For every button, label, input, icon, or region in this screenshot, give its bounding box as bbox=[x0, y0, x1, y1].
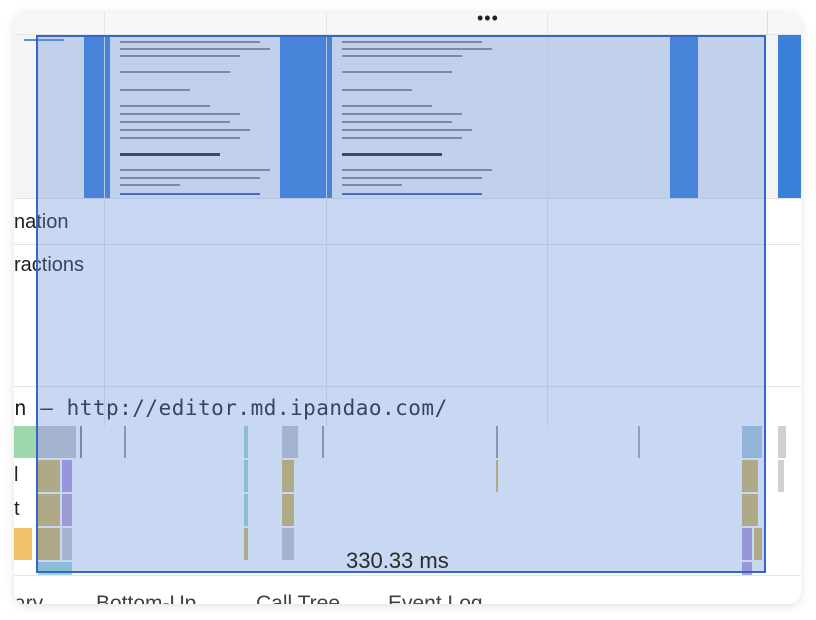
ruler-tick bbox=[767, 12, 768, 34]
selection-duration: 330.33 ms bbox=[346, 548, 449, 573]
tab-summary[interactable]: ary bbox=[14, 592, 43, 604]
timeline-ruler[interactable]: ••• bbox=[14, 12, 801, 35]
tab-event-log[interactable]: Event Log bbox=[388, 592, 483, 604]
flame-label: l bbox=[14, 464, 19, 486]
performance-panel: ••• nation ractions n — http://editor.md… bbox=[14, 12, 801, 604]
screenshot-frame bbox=[778, 35, 801, 198]
tab-call-tree[interactable]: Call Tree bbox=[256, 592, 340, 604]
selection-range[interactable] bbox=[36, 35, 766, 573]
flame-label: t bbox=[14, 498, 20, 520]
flame-block[interactable] bbox=[778, 426, 786, 458]
bottom-tabbar: ary Bottom-Up Call Tree Event Log bbox=[14, 575, 801, 604]
flame-block[interactable] bbox=[14, 426, 36, 458]
more-options-icon[interactable]: ••• bbox=[477, 12, 499, 29]
tab-bottom-up[interactable]: Bottom-Up bbox=[96, 592, 196, 604]
flame-block[interactable] bbox=[778, 460, 784, 492]
flame-block[interactable] bbox=[14, 528, 32, 560]
